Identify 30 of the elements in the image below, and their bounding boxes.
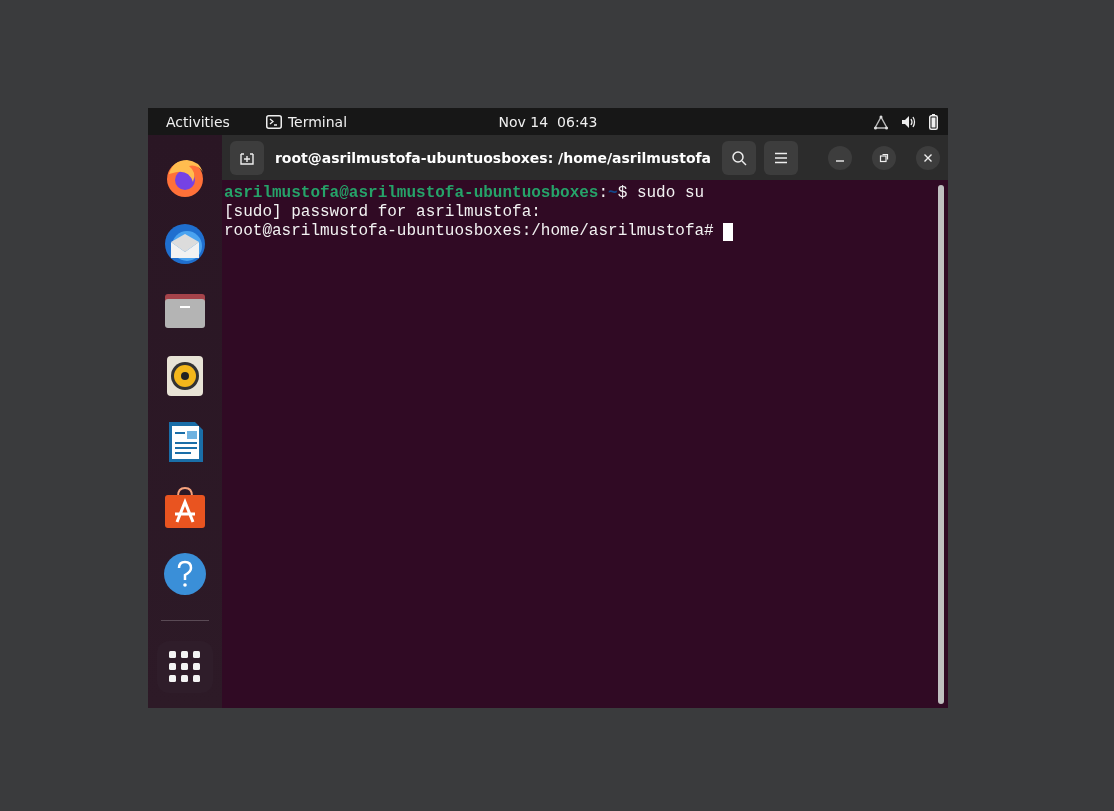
scrollbar[interactable] <box>938 185 944 704</box>
minimize-button[interactable] <box>828 145 852 170</box>
terminal-text: $ sudo su <box>617 184 705 203</box>
window-title: root@asrilmustofa-ubuntuosboxes: /home/asrilmustofa <box>273 149 713 166</box>
close-button[interactable] <box>916 145 940 170</box>
prompt-user-host: asrilmustofa@asrilmustofa-ubuntuosboxes <box>224 184 599 203</box>
prompt-path: ~ <box>608 184 618 203</box>
new-tab-button[interactable] <box>230 140 264 175</box>
minimize-icon <box>836 159 844 162</box>
terminal-text: [sudo] password for asrilmustofa: <box>224 203 541 222</box>
close-icon <box>923 152 933 163</box>
shopping-bag-icon[interactable] <box>163 486 207 530</box>
search-icon <box>731 149 747 166</box>
terminal-text: root@asrilmustofa-ubuntuosboxes:/home/asrilmustofa# <box>224 222 715 241</box>
clock[interactable]: Nov 14 06:43 <box>498 113 598 130</box>
volume-icon[interactable] <box>901 114 917 129</box>
help-icon[interactable] <box>163 552 207 596</box>
network-question-icon[interactable] <box>873 113 889 130</box>
app-menu[interactable]: Terminal <box>287 113 348 130</box>
restore-icon <box>879 152 889 163</box>
restore-button[interactable] <box>872 145 896 170</box>
battery-icon[interactable] <box>929 113 938 130</box>
terminal-icon <box>265 114 282 129</box>
app-grid-icon <box>169 651 201 683</box>
bird-envelope-icon[interactable] <box>163 222 207 266</box>
menu-icon <box>774 151 788 164</box>
search-button[interactable] <box>722 140 756 175</box>
menu-button[interactable] <box>764 140 798 175</box>
activities-button[interactable]: Activities <box>166 113 230 130</box>
terminal-text: : <box>598 184 609 203</box>
